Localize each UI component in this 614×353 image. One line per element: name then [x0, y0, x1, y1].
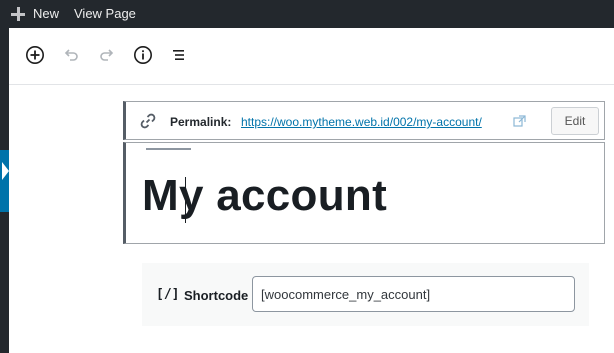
permalink-label: Permalink:: [170, 115, 232, 129]
admin-bar: New View Page: [0, 0, 614, 28]
active-menu-indicator[interactable]: [0, 150, 9, 212]
permalink-url[interactable]: https://woo.mytheme.web.id/002/my-accoun…: [241, 115, 482, 129]
text-caret: [185, 177, 186, 223]
list-view-icon: [173, 50, 184, 60]
admin-menu-strip: [0, 28, 9, 353]
add-block-button[interactable]: [24, 44, 46, 66]
permalink-bar: Permalink: https://woo.mytheme.web.id/00…: [123, 101, 605, 140]
redo-icon: [100, 49, 114, 61]
edit-permalink-button[interactable]: Edit: [551, 107, 599, 135]
redo-button[interactable]: [96, 44, 118, 66]
plus-icon: [11, 7, 25, 21]
shortcode-icon: [/]: [156, 287, 180, 302]
editor-toolbar: [9, 28, 614, 85]
post-title-block[interactable]: My account: [123, 142, 605, 244]
view-page-link[interactable]: View Page: [74, 0, 136, 28]
undo-button[interactable]: [60, 44, 82, 66]
list-view-button[interactable]: [168, 44, 190, 66]
post-title[interactable]: My account: [142, 171, 387, 221]
undo-icon: [64, 49, 78, 61]
shortcode-input[interactable]: [252, 276, 575, 312]
info-button[interactable]: [132, 44, 154, 66]
menu-arrow-icon: [2, 162, 9, 180]
external-link-icon[interactable]: [513, 115, 526, 128]
info-icon: [134, 46, 152, 64]
new-label: New: [33, 6, 60, 21]
shortcode-block: [/] Shortcode: [142, 263, 589, 326]
block-divider: [146, 148, 191, 150]
add-block-icon: [26, 46, 44, 64]
shortcode-label: Shortcode: [184, 288, 249, 303]
new-content-link[interactable]: New: [11, 0, 59, 28]
link-icon: [140, 113, 156, 129]
